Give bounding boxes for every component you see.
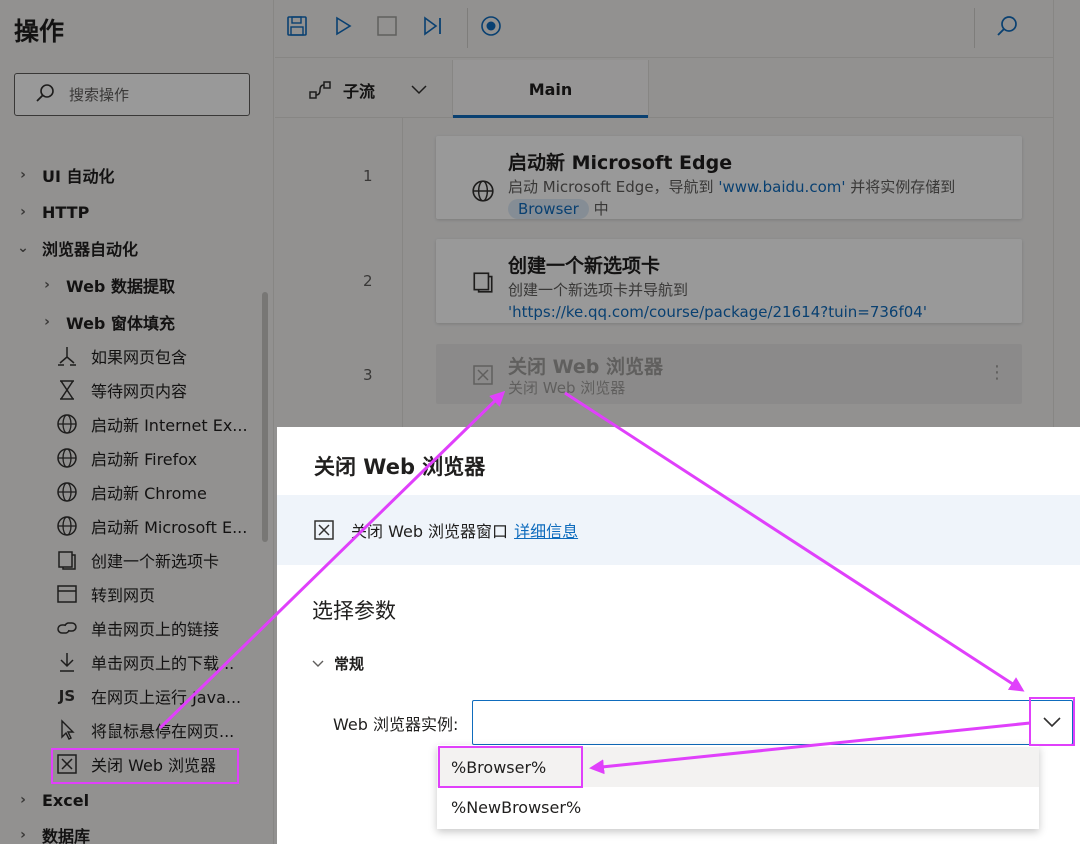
dialog-title: 关闭 Web 浏览器 [314,455,486,479]
close-browser-dialog: 关闭 Web 浏览器 关闭 Web 浏览器窗口 详细信息 选择参数 常规 Web… [277,427,1080,844]
more-info-link[interactable]: 详细信息 [514,518,578,542]
general-group-toggle[interactable]: 常规 [312,653,364,674]
dialog-info-banner: 关闭 Web 浏览器窗口 详细信息 [277,495,1080,565]
dialog-info-text: 关闭 Web 浏览器窗口 [351,522,509,541]
annotation-highlight-dropdown [1029,697,1075,746]
chevron-down-icon [312,660,324,668]
annotation-highlight-close-action [51,748,239,784]
parameters-heading: 选择参数 [312,599,396,623]
close-box-icon [313,519,335,541]
browser-instance-label: Web 浏览器实例: [333,715,459,734]
browser-instance-input[interactable] [472,700,1073,745]
option-new-browser[interactable]: %NewBrowser% [437,787,1039,827]
annotation-highlight-option [438,746,583,788]
